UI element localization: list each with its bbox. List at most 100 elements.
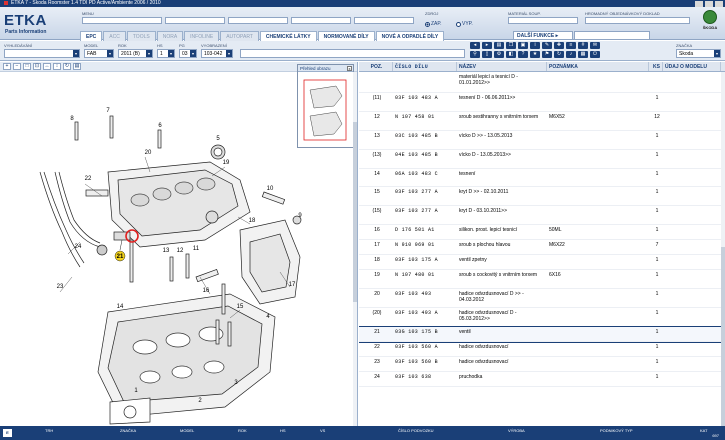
rok-select[interactable]: 2011 (B) ▾ [118, 49, 153, 58]
list-icon[interactable]: ≡ [566, 42, 576, 49]
header-field-2[interactable] [165, 17, 225, 24]
table-row[interactable]: 23 03F 103 560 B hadice odvzdusnovací 1 [359, 357, 721, 372]
table-row[interactable]: 20 03F 103 493 hadice odvzdusnovací D >> -… [359, 289, 721, 308]
callout-23[interactable]: 23 [57, 284, 64, 290]
tool-icon[interactable]: ✚ [554, 42, 564, 49]
close-button[interactable] [715, 0, 723, 7]
callout-9[interactable]: 9 [298, 213, 302, 219]
vyp-radio[interactable] [456, 21, 461, 27]
vyhledavani-select[interactable]: ▾ [4, 49, 80, 58]
table-row[interactable]: 18 03F 103 175 A ventil zpetny 1 [359, 255, 721, 270]
table-row[interactable]: 22 03F 103 560 A hadice odvzdusnovací 1 [359, 342, 721, 357]
back-icon[interactable]: ◂ [470, 42, 480, 49]
help-icon[interactable]: ? [518, 51, 528, 58]
col-nazev[interactable]: NÁZEV [457, 62, 547, 71]
search-icon[interactable]: ⚲ [470, 51, 480, 58]
table-row[interactable]: (15) 03F 103 277 A kryt D - 03.10.2011>> 1 [359, 206, 721, 225]
table-row[interactable]: (11) 03F 103 483 A tesnení D - 06.06.2011>… [359, 93, 721, 112]
overview-thumbnail[interactable] [298, 72, 353, 146]
diagram-scrollbar[interactable] [353, 72, 357, 426]
callout-13[interactable]: 13 [163, 248, 170, 254]
tab-tools[interactable]: TOOLS [126, 31, 156, 41]
callout-19[interactable]: 19 [223, 160, 230, 166]
hromadny-field[interactable] [585, 17, 690, 24]
zoom-height-icon[interactable]: ↕ [53, 63, 61, 70]
menu-field[interactable] [82, 17, 162, 24]
refresh-icon[interactable]: ↻ [554, 51, 564, 58]
callout-8[interactable]: 8 [70, 116, 74, 122]
pg-select[interactable]: 03 ▾ [179, 49, 197, 58]
dalsi-funkce-field[interactable] [574, 31, 650, 40]
document-icon[interactable]: ▯ [482, 51, 492, 58]
callout-15[interactable]: 15 [237, 304, 244, 310]
znacka-select[interactable]: Skoda ▾ [676, 49, 721, 58]
zoom-out-icon[interactable]: − [13, 63, 21, 70]
flag-icon[interactable]: ⚑ [542, 51, 552, 58]
grid-icon[interactable]: ▦ [578, 51, 588, 58]
edit-icon[interactable]: ✎ [542, 42, 552, 49]
print-diagram-icon[interactable]: ▤ [73, 63, 81, 70]
callout-21[interactable]: 21 [117, 254, 124, 260]
zoom-fit-icon[interactable]: □ [23, 63, 31, 70]
table-row[interactable]: (13) 04E 103 485 B vícko D - 13.05.2013>> 1 [359, 150, 721, 169]
callout-18[interactable]: 18 [249, 218, 256, 224]
callout-10[interactable]: 10 [267, 186, 274, 192]
table-row[interactable]: materiál lepicí a tesnicí D - 01.01.2012… [359, 72, 721, 93]
tab-nove-odpadle-dily[interactable]: NOVÉ A ODPADLÉ DÍLY [375, 31, 445, 41]
search-field[interactable] [240, 49, 465, 58]
header-field-4[interactable] [291, 17, 351, 24]
col-poz[interactable]: POZ. [359, 62, 393, 71]
table-row[interactable]: 19 N 107 480 01 sroub s cockovitý s vnitrn… [359, 270, 721, 289]
callout-20[interactable]: 20 [145, 150, 152, 156]
tab-chemicke-latky[interactable]: CHEMICKÉ LÁTKY [259, 31, 317, 41]
callout-16[interactable]: 16 [203, 288, 210, 294]
header-field-5[interactable] [354, 17, 414, 24]
callout-11[interactable]: 11 [193, 246, 200, 252]
zap-radio[interactable] [425, 21, 430, 27]
zoom-width-icon[interactable]: ↔ [43, 63, 51, 70]
diagram-scrollbar-thumb[interactable] [353, 122, 357, 302]
image-overview-window[interactable]: Přehled obrazu x [297, 64, 354, 148]
note-icon[interactable]: ♪ [566, 51, 576, 58]
col-cislo-dilu[interactable]: ČÍSLO DÍLU [393, 62, 457, 71]
maximize-button[interactable] [705, 0, 713, 7]
table-row[interactable]: 24 03F 103 638 pruchodka 1 [359, 372, 721, 387]
model-select[interactable]: FAB ▾ [84, 49, 114, 58]
callout-14[interactable]: 14 [117, 304, 124, 310]
table-row[interactable]: (20) 03F 103 493 A hadice odvzdusnovací D … [359, 308, 721, 327]
col-udaj-o-modelu[interactable]: ÚDAJ O MODELU [663, 62, 721, 71]
tab-normovane-dily[interactable]: NORMOVANÉ DÍLY [317, 31, 375, 41]
table-row[interactable]: 14 06A 103 483 C tesnení 1 [359, 169, 721, 187]
cart-icon[interactable]: ▣ [518, 42, 528, 49]
star-icon[interactable]: ★ [530, 51, 540, 58]
tab-nora[interactable]: NORA [156, 31, 184, 41]
tab-infoline[interactable]: INFOLINE [184, 31, 220, 41]
graphic-icon[interactable]: ◧ [506, 51, 516, 58]
table-row[interactable]: 16 D 176 501 A1 silikon. prost. lepicí tes… [359, 225, 721, 240]
callout-6[interactable]: 6 [158, 123, 162, 129]
table-row[interactable]: 21 03G 103 175 B ventil 1 [359, 326, 722, 343]
vyobrazeni-select[interactable]: 103-042 ▾ [201, 49, 233, 58]
zap-option[interactable]: ZAP. [425, 21, 441, 27]
mail-icon[interactable]: ✉ [590, 42, 600, 49]
zoom-in-icon[interactable]: + [3, 63, 11, 70]
info-icon[interactable]: i [530, 42, 540, 49]
forward-icon[interactable]: ▸ [482, 42, 492, 49]
callout-5[interactable]: 5 [216, 136, 220, 142]
callout-17[interactable]: 17 [289, 282, 296, 288]
dalsi-funkce-button[interactable]: DALŠÍ FUNKCE ▸ [513, 31, 573, 40]
copy-icon[interactable]: ❐ [506, 42, 516, 49]
tab-acc[interactable]: ACC [103, 31, 126, 41]
table-scrollbar-thumb[interactable] [721, 247, 725, 426]
hs-select[interactable]: 1 ▾ [157, 49, 175, 58]
tab-autopart[interactable]: AUTOPART [220, 31, 259, 41]
tab-epc[interactable]: EPC [80, 31, 103, 41]
col-poznamka[interactable]: POZNÁMKA [547, 62, 649, 71]
table-row[interactable]: 17 N 910 969 01 sroub s plochou hlavou M6X2… [359, 240, 721, 255]
rotate-icon[interactable]: ↻ [63, 63, 71, 70]
overview-close-button[interactable]: x [347, 66, 352, 71]
table-row[interactable]: 13 03C 103 485 B vícko D >> - 13.05.2013 1 [359, 131, 721, 150]
minimize-button[interactable] [695, 0, 703, 7]
vyp-option[interactable]: VYP. [456, 21, 473, 27]
print-icon[interactable]: ▤ [494, 42, 504, 49]
